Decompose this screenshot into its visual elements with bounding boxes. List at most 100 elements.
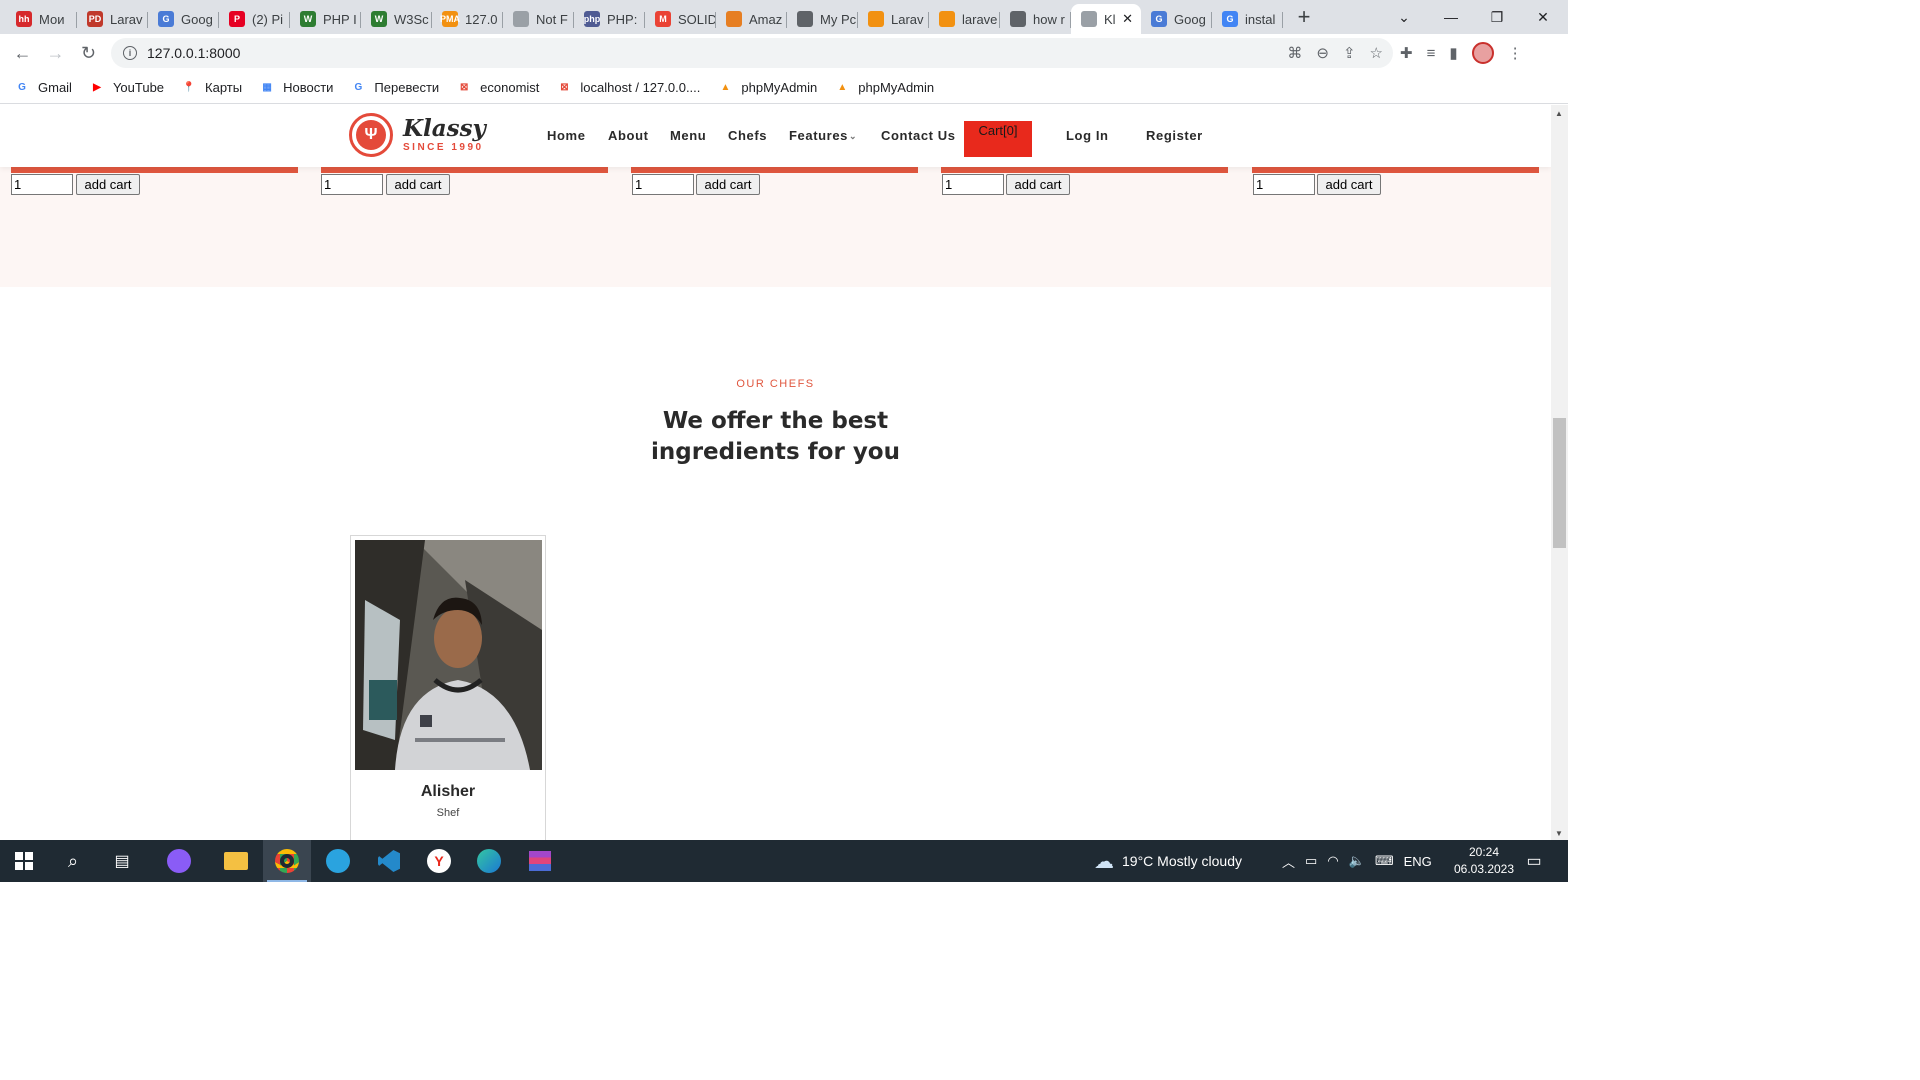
volume-icon[interactable]: 🔈	[1349, 853, 1365, 869]
bookmark-item[interactable]: ▦ Новости	[259, 80, 333, 96]
add-cart-button[interactable]: add cart	[696, 174, 760, 195]
bookmark-star-icon[interactable]: ☆	[1370, 44, 1383, 62]
quantity-input[interactable]: 1	[942, 174, 1004, 195]
tab-title: Larav	[891, 11, 924, 27]
browser-tab[interactable]: Not F	[503, 4, 574, 34]
nav-login[interactable]: Log In	[1066, 128, 1109, 143]
task-view-icon[interactable]: ▤	[98, 840, 146, 882]
profile-avatar[interactable]	[1471, 42, 1494, 64]
nav-register[interactable]: Register	[1146, 128, 1203, 143]
weather-widget[interactable]: ☁ 19°C Mostly cloudy	[1094, 840, 1242, 882]
browser-tab[interactable]: hh Мои	[6, 4, 77, 34]
page-scrollbar[interactable]: ▲ ▼	[1551, 105, 1568, 840]
zoom-icon[interactable]: ⊖	[1316, 44, 1329, 62]
add-cart-button[interactable]: add cart	[1317, 174, 1381, 195]
close-window-button[interactable]: ✕	[1520, 0, 1566, 34]
quantity-input[interactable]: 1	[632, 174, 694, 195]
forward-icon[interactable]: →	[39, 37, 72, 70]
scroll-thumb[interactable]	[1553, 418, 1566, 548]
wifi-icon[interactable]: ◠	[1327, 853, 1338, 869]
browser-tab[interactable]: larave	[929, 4, 1000, 34]
battery-icon[interactable]: ▭	[1305, 853, 1317, 869]
site-logo[interactable]: Ψ Klassy SINCE 1990	[349, 113, 486, 157]
browser-tab[interactable]: G Goog	[1141, 4, 1212, 34]
browser-menu-icon[interactable]: ⋮	[1508, 44, 1523, 62]
reading-list-icon[interactable]: ≡	[1427, 45, 1436, 62]
file-explorer-icon[interactable]	[212, 840, 260, 882]
chevron-down-icon: ⌄	[849, 131, 858, 141]
browser-tab[interactable]: PMA 127.0	[432, 4, 503, 34]
cart-button[interactable]: Cart[0]	[964, 121, 1032, 157]
tab-title: PHP:	[607, 11, 638, 27]
nav-contact[interactable]: Contact Us	[881, 128, 956, 143]
scroll-up-icon[interactable]: ▲	[1555, 109, 1563, 118]
quantity-input[interactable]: 1	[11, 174, 73, 195]
share-icon[interactable]: ⇪	[1343, 44, 1356, 62]
maximize-button[interactable]: ❐	[1474, 0, 1520, 34]
browser-tab[interactable]: how r	[1000, 4, 1071, 34]
chrome-taskbar-icon[interactable]	[263, 840, 311, 882]
browser-tab[interactable]: Larav	[858, 4, 929, 34]
bookmark-item[interactable]: G Gmail	[14, 80, 72, 96]
bookmark-item[interactable]: ▲ phpMyAdmin	[717, 80, 817, 96]
telegram-icon[interactable]	[314, 840, 362, 882]
browser-tab[interactable]: P (2) Pi	[219, 4, 290, 34]
alice-icon[interactable]	[155, 840, 203, 882]
add-cart-button[interactable]: add cart	[1006, 174, 1070, 195]
nav-menu[interactable]: Menu	[670, 128, 706, 143]
bookmark-item[interactable]: ▲ phpMyAdmin	[834, 80, 934, 96]
scroll-down-icon[interactable]: ▼	[1555, 829, 1563, 838]
browser-tab[interactable]: G Goog	[148, 4, 219, 34]
chef-card[interactable]: Alisher Shef	[350, 535, 546, 840]
extensions-icon[interactable]: ✚	[1400, 44, 1413, 62]
tab-close-icon[interactable]: ✕	[1122, 11, 1133, 27]
site-info-icon[interactable]: i	[123, 46, 137, 60]
browser-tab[interactable]: PD Larav	[77, 4, 148, 34]
bookmark-icon: G	[354, 82, 363, 93]
nav-features[interactable]: Features	[789, 128, 848, 143]
reload-icon[interactable]: ↻	[72, 37, 105, 70]
browser-tab[interactable]: Ginstal	[1212, 4, 1283, 34]
browser-tab[interactable]: Kl ✕	[1071, 4, 1141, 34]
quantity-input[interactable]: 1	[321, 174, 383, 195]
bookmark-label: localhost / 127.0.0....	[580, 80, 701, 95]
language-indicator[interactable]: ENG	[1404, 854, 1432, 869]
browser-tab[interactable]: php PHP:	[574, 4, 645, 34]
bookmark-item[interactable]: G Перевести	[350, 80, 440, 96]
windows-start-icon[interactable]	[0, 840, 48, 882]
nav-chefs[interactable]: Chefs	[728, 128, 767, 143]
keyboard-icon[interactable]: ⌨	[1375, 853, 1394, 869]
tray-chevron-icon[interactable]: ︿	[1282, 852, 1295, 871]
browser-tab[interactable]: My Pc	[787, 4, 858, 34]
tab-title: Kl	[1104, 11, 1116, 27]
browser-tab[interactable]: W W3Sc	[361, 4, 432, 34]
winrar-icon[interactable]	[516, 840, 564, 882]
edge-icon[interactable]	[465, 840, 513, 882]
nav-home[interactable]: Home	[547, 128, 586, 143]
nav-about[interactable]: About	[608, 128, 649, 143]
url-text[interactable]: 127.0.0.1:8000	[147, 45, 240, 61]
tab-search-icon[interactable]: ⌄	[1381, 0, 1427, 34]
back-icon[interactable]: ←	[6, 37, 39, 70]
vscode-icon[interactable]	[365, 840, 413, 882]
browser-tab[interactable]: W PHP I	[290, 4, 361, 34]
menu-card-strip	[1252, 167, 1539, 173]
bookmark-item[interactable]: 📍 Карты	[181, 80, 242, 96]
notifications-icon[interactable]: ▭	[1510, 840, 1558, 882]
browser-tab[interactable]: Amaz	[716, 4, 787, 34]
bookmark-item[interactable]: ▶ YouTube	[89, 80, 164, 96]
quantity-input[interactable]: 1	[1253, 174, 1315, 195]
minimize-button[interactable]: —	[1428, 0, 1474, 34]
bookmark-icon: ⊠	[459, 82, 469, 93]
yandex-browser-icon[interactable]: Y	[415, 840, 463, 882]
add-cart-button[interactable]: add cart	[386, 174, 450, 195]
browser-tab[interactable]: M SOLID	[645, 4, 716, 34]
side-panel-icon[interactable]: ▮	[1449, 44, 1457, 62]
address-bar[interactable]: i 127.0.0.1:8000 ⌘ ⊖ ⇪ ☆	[111, 38, 1393, 68]
bookmark-item[interactable]: ⊠ economist	[456, 80, 539, 96]
translate-icon[interactable]: ⌘	[1287, 44, 1302, 62]
add-cart-button[interactable]: add cart	[76, 174, 140, 195]
search-icon[interactable]: ⌕	[49, 840, 97, 882]
bookmark-item[interactable]: ⊠ localhost / 127.0.0....	[556, 80, 700, 96]
new-tab-button[interactable]: +	[1289, 2, 1319, 32]
